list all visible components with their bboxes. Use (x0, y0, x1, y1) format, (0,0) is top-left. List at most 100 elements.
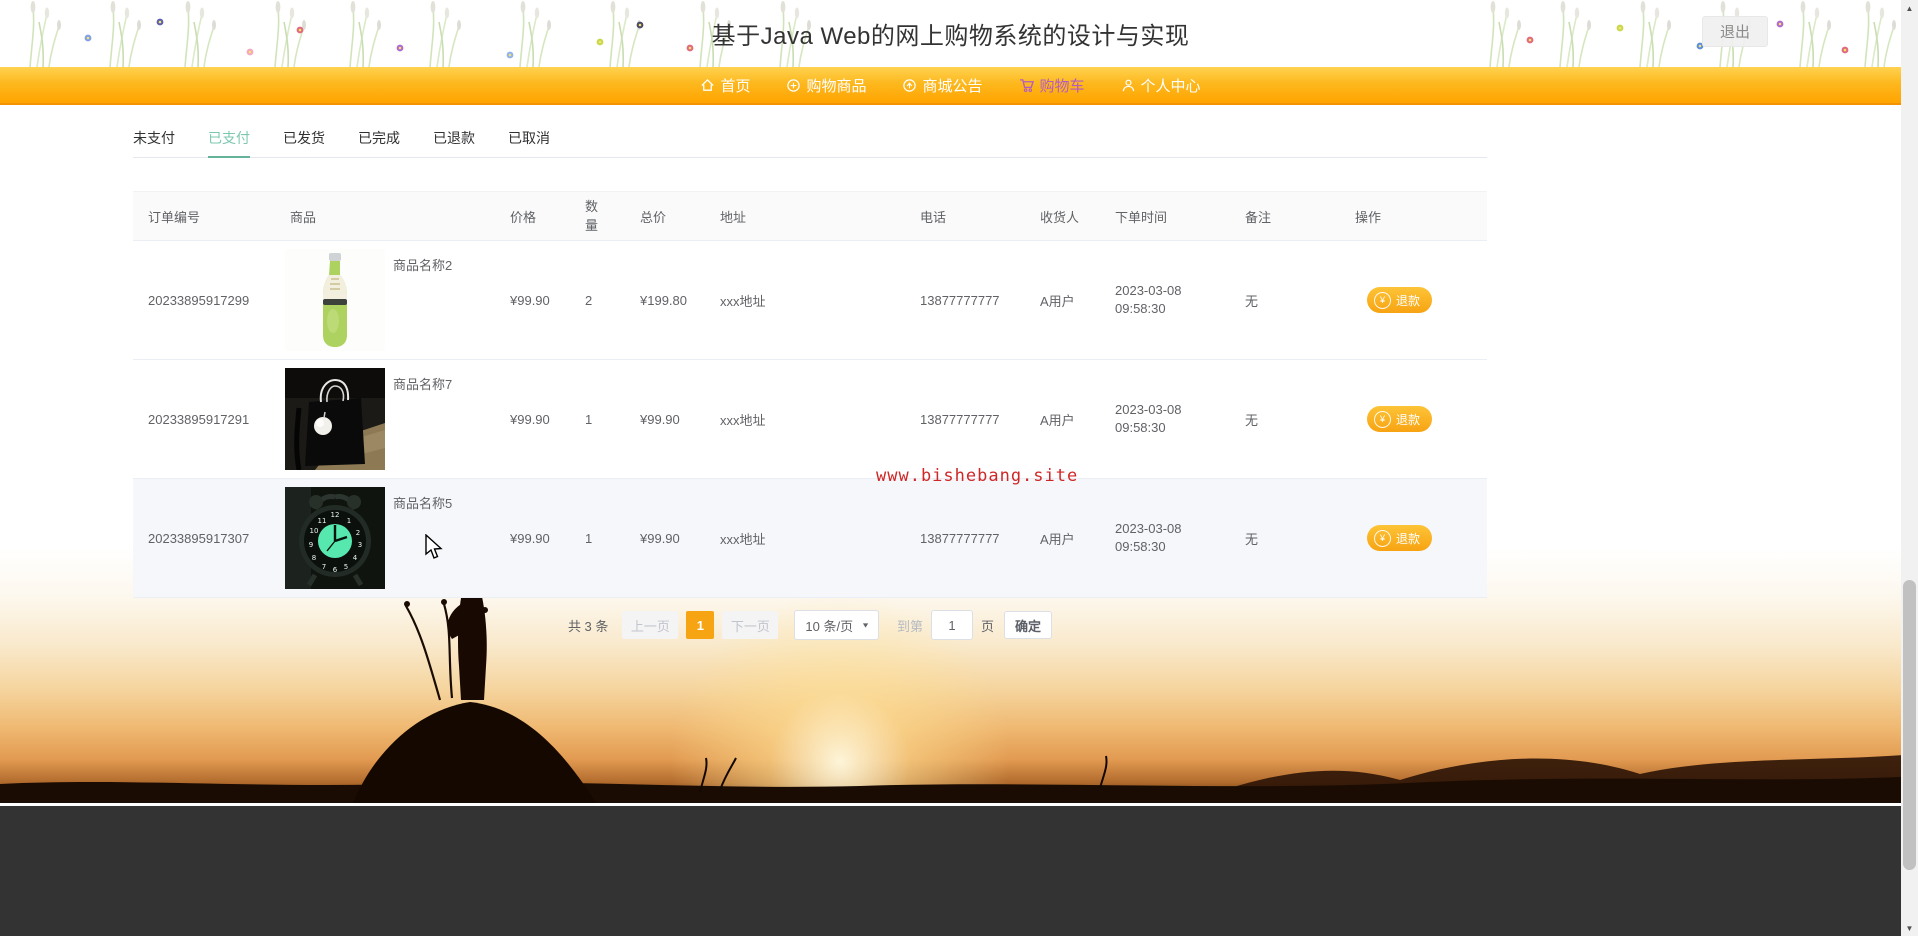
header-price: 价格 (510, 209, 537, 225)
tab-refunded[interactable]: 已退款 (433, 118, 475, 157)
svg-text:5: 5 (344, 563, 348, 571)
phone-cell: 13877777777 (920, 411, 1000, 427)
product-image-alarm-clock[interactable]: 12 1 2 345 678 9 10 11 (285, 487, 385, 589)
header-consignee: 收货人 (1040, 209, 1080, 225)
svg-text:6: 6 (333, 566, 338, 574)
nav-item-home[interactable]: 首页 (700, 75, 750, 96)
yen-circle-icon: ¥ (1374, 410, 1391, 428)
table-row: 20233895917299 商品名称2 ¥99.90 2 ¥199.80 xx… (133, 241, 1487, 360)
consignee-cell: A用户 (1040, 412, 1075, 428)
note-cell: 无 (1245, 293, 1259, 309)
tab-completed[interactable]: 已完成 (358, 118, 400, 157)
page-header: 基于Java Web的网上购物系统的设计与实现 退出 (0, 0, 1918, 67)
svg-text:8: 8 (312, 554, 316, 562)
product-image-handbag[interactable] (285, 368, 385, 470)
svg-text:4: 4 (353, 554, 358, 562)
total-cell: ¥99.90 (640, 411, 680, 427)
nav-item-cart[interactable]: 购物车 (1019, 75, 1085, 96)
orders-table: 订单编号 商品 价格 数量 总价 地址 电话 收货人 下单时间 备注 操作 20… (133, 191, 1487, 598)
refund-button[interactable]: ¥ 退款 (1367, 525, 1433, 551)
refund-button[interactable]: ¥ 退款 (1367, 287, 1433, 313)
page-size-select[interactable]: 10 条/页 ▼ (794, 610, 880, 640)
note-cell: 无 (1245, 531, 1259, 547)
order-time-cell: 2023-03-08 09:58:30 (1115, 283, 1182, 316)
tab-unpaid[interactable]: 未支付 (133, 118, 175, 157)
svg-text:10: 10 (310, 527, 319, 535)
table-header-row: 订单编号 商品 价格 数量 总价 地址 电话 收货人 下单时间 备注 操作 (133, 191, 1487, 241)
home-icon (700, 78, 715, 93)
prev-page-button[interactable]: 上一页 (622, 611, 679, 639)
header-note: 备注 (1245, 209, 1272, 225)
price-cell: ¥99.90 (510, 411, 550, 427)
price-cell: ¥99.90 (510, 292, 550, 308)
nav-item-profile[interactable]: 个人中心 (1121, 75, 1201, 96)
svg-text:9: 9 (309, 541, 313, 549)
mouse-cursor (425, 534, 443, 559)
header-product: 商品 (290, 209, 317, 225)
order-time-cell: 2023-03-08 09:58:30 (1115, 402, 1182, 435)
phone-cell: 13877777777 (920, 292, 1000, 308)
header-phone: 电话 (920, 209, 947, 225)
page-footer (0, 803, 1918, 936)
table-row: 20233895917291 商品名称7 ¥99.90 1 ¥99.90 xxx… (133, 360, 1487, 479)
jump-suffix-label: 页 (981, 618, 995, 634)
page-number-1[interactable]: 1 (686, 611, 715, 639)
header-address: 地址 (720, 209, 747, 225)
logout-button[interactable]: 退出 (1702, 16, 1768, 47)
vertical-scrollbar[interactable]: ▲ ▼ (1901, 0, 1918, 936)
svg-text:2: 2 (356, 529, 360, 537)
consignee-cell: A用户 (1040, 531, 1075, 547)
consignee-cell: A用户 (1040, 293, 1075, 309)
phone-cell: 13877777777 (920, 530, 1000, 546)
svg-text:1: 1 (347, 517, 351, 525)
scroll-up-arrow-icon[interactable]: ▲ (1901, 0, 1918, 16)
pagination-total: 共 3 条 (567, 618, 609, 634)
qty-cell: 2 (585, 292, 593, 308)
order-time-cell: 2023-03-08 09:58:30 (1115, 521, 1182, 554)
address-cell: xxx地址 (720, 412, 766, 428)
yen-circle-icon: ¥ (1374, 529, 1391, 547)
price-cell: ¥99.90 (510, 530, 550, 546)
scroll-down-arrow-icon[interactable]: ▼ (1901, 920, 1918, 936)
yen-circle-icon: ¥ (1374, 291, 1391, 309)
address-cell: xxx地址 (720, 293, 766, 309)
tab-paid[interactable]: 已支付 (208, 118, 250, 158)
user-icon (1121, 78, 1136, 93)
header-total: 总价 (640, 209, 667, 225)
order-status-tabs: 未支付 已支付 已发货 已完成 已退款 已取消 (133, 118, 1487, 158)
order-list-panel: 未支付 已支付 已发货 已完成 已退款 已取消 订单编号 商品 价格 数量 总价… (133, 105, 1487, 598)
product-name: 商品名称7 (393, 377, 453, 392)
product-image-bottle[interactable] (285, 249, 385, 351)
announcement-icon (902, 78, 917, 93)
product-name: 商品名称2 (393, 258, 453, 273)
cart-icon (1019, 78, 1035, 93)
header-actions: 操作 (1355, 209, 1382, 225)
pagination-bar: 共 3 条 上一页 1 下一页 10 条/页 ▼ 到第 页 确定 (133, 610, 1487, 640)
site-watermark: www.bishebang.site (876, 466, 1079, 486)
product-name: 商品名称5 (393, 496, 453, 511)
header-order-no: 订单编号 (148, 209, 201, 225)
address-cell: xxx地址 (720, 531, 766, 547)
scrollbar-thumb[interactable] (1903, 580, 1916, 870)
header-order-time: 下单时间 (1115, 209, 1168, 225)
svg-text:11: 11 (318, 517, 327, 525)
tab-cancelled[interactable]: 已取消 (508, 118, 550, 157)
total-cell: ¥199.80 (640, 292, 687, 308)
order-number: 20233895917291 (148, 411, 250, 427)
goods-icon (786, 78, 801, 93)
nav-item-announcements[interactable]: 商城公告 (902, 75, 983, 96)
chevron-down-icon: ▼ (861, 621, 871, 629)
tab-shipped[interactable]: 已发货 (283, 118, 325, 157)
svg-text:7: 7 (322, 563, 326, 571)
svg-text:12: 12 (331, 511, 340, 519)
note-cell: 无 (1245, 412, 1259, 428)
next-page-button[interactable]: 下一页 (722, 611, 779, 639)
order-number: 20233895917299 (148, 292, 250, 308)
refund-button[interactable]: ¥ 退款 (1367, 406, 1433, 432)
header-qty: 数量 (585, 198, 599, 234)
jump-page-input[interactable] (931, 610, 974, 640)
qty-cell: 1 (585, 411, 593, 427)
nav-item-goods[interactable]: 购物商品 (786, 75, 866, 96)
jump-confirm-button[interactable]: 确定 (1004, 611, 1053, 639)
jump-prefix-label: 到第 (897, 618, 924, 634)
